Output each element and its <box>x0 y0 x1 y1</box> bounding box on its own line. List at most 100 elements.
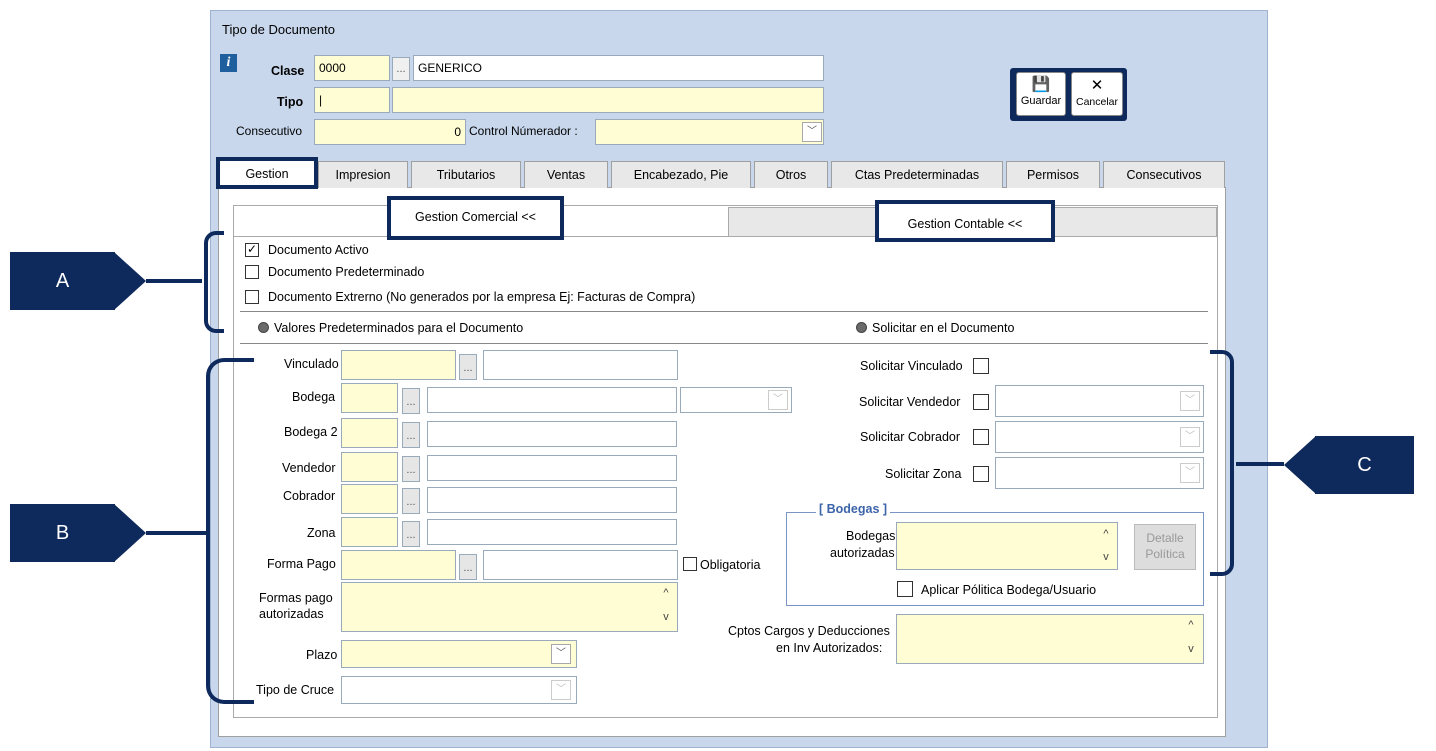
documento-predeterminado-label: Documento Predeterminado <box>268 265 425 279</box>
solicitar-zona-label: Solicitar Zona <box>885 467 962 481</box>
documento-activo-label: Documento Activo <box>268 243 369 257</box>
tab-gestion[interactable]: Gestion <box>216 157 318 189</box>
callout-b-arrow <box>114 504 146 562</box>
subtab-gestion-comercial[interactable]: Gestion Comercial << <box>387 196 564 240</box>
clase-code-field[interactable]: 0000 <box>314 55 390 81</box>
bodegas-autorizadas-label: autorizadas <box>830 546 895 560</box>
zona-label: Zona <box>307 526 336 540</box>
solicitar-vendedor-label: Solicitar Vendedor <box>859 395 961 409</box>
solicitar-vendedor-select[interactable] <box>995 385 1204 417</box>
valores-section-label: Valores Predeterminados para el Document… <box>274 321 524 335</box>
clase-lookup-button[interactable]: ... <box>392 57 410 81</box>
forma-pago-code-field[interactable] <box>341 550 456 580</box>
forma-pago-lookup-button[interactable]: ... <box>459 554 477 580</box>
obligatoria-checkbox[interactable] <box>683 557 697 571</box>
solicitar-vendedor-checkbox[interactable] <box>973 394 989 410</box>
bodegas-group-title: [ Bodegas ] <box>816 502 891 516</box>
vinculado-lookup-button[interactable]: ... <box>459 354 477 380</box>
cancel-button[interactable]: ✕ Cancelar <box>1071 72 1123 116</box>
plazo-select[interactable] <box>341 640 577 668</box>
solicitar-vinculado-checkbox[interactable] <box>973 358 989 374</box>
bodega-code-field[interactable] <box>341 383 398 413</box>
chevron-down-icon[interactable]: ﹀ <box>1180 463 1200 483</box>
divider <box>240 311 1208 312</box>
zona-lookup-button[interactable]: ... <box>402 521 420 547</box>
scroll-down-icon[interactable]: v <box>1184 643 1198 655</box>
window-title: Tipo de Documento <box>222 22 335 37</box>
tab-ventas[interactable]: Ventas <box>524 161 608 188</box>
documento-activo-checkbox[interactable]: ✓ <box>245 243 259 257</box>
callout-c-arrow <box>1284 436 1316 494</box>
bodegas-autorizadas-list[interactable] <box>896 522 1118 570</box>
vendedor-label: Vendedor <box>282 461 336 475</box>
scroll-down-icon[interactable]: v <box>659 611 673 623</box>
cobrador-lookup-button[interactable]: ... <box>402 488 420 514</box>
chevron-down-icon[interactable]: ﹀ <box>802 122 822 142</box>
valores-radio[interactable] <box>258 322 269 333</box>
scroll-up-icon[interactable]: ^ <box>1184 619 1198 631</box>
consecutivo-field[interactable]: 0 <box>314 119 466 145</box>
chevron-down-icon[interactable]: ﹀ <box>551 680 571 700</box>
info-icon[interactable]: i <box>220 54 237 72</box>
bodega-lookup-button[interactable]: ... <box>402 388 420 414</box>
callout-c-line <box>1236 462 1284 466</box>
solicitar-cobrador-checkbox[interactable] <box>973 429 989 445</box>
detalle-label: Detalle <box>1146 531 1184 545</box>
save-button[interactable]: 💾 Guardar <box>1016 72 1066 116</box>
tipo-code-field[interactable]: | <box>314 87 390 113</box>
cobrador-code-field[interactable] <box>341 484 398 514</box>
detalle-politica-button[interactable]: Detalle Política <box>1134 524 1196 570</box>
solicitar-cobrador-label: Solicitar Cobrador <box>860 430 961 444</box>
callout-a-line <box>146 279 202 283</box>
chevron-down-icon[interactable]: ﹀ <box>1180 391 1200 411</box>
solicitar-zona-checkbox[interactable] <box>973 466 989 482</box>
zona-name-field[interactable] <box>427 519 677 545</box>
solicitar-cobrador-select[interactable] <box>995 421 1204 453</box>
tab-tributarios[interactable]: Tributarios <box>411 161 521 188</box>
cobrador-label: Cobrador <box>283 489 336 503</box>
tab-consecutivos[interactable]: Consecutivos <box>1103 161 1225 188</box>
politica-label: Política <box>1145 547 1185 561</box>
cptos-list[interactable] <box>896 614 1204 664</box>
vendedor-code-field[interactable] <box>341 452 398 482</box>
bodega2-lookup-button[interactable]: ... <box>402 422 420 448</box>
documento-externo-checkbox[interactable] <box>245 290 259 304</box>
solicitar-radio[interactable] <box>856 322 867 333</box>
clase-name-field[interactable]: GENERICO <box>413 55 824 81</box>
clase-label: Clase <box>271 64 305 78</box>
tipo-name-field[interactable] <box>392 87 824 113</box>
callout-a-arrow <box>114 252 146 310</box>
tab-encabezado-pie[interactable]: Encabezado, Pie <box>611 161 751 188</box>
formas-pago-list[interactable] <box>341 582 678 632</box>
chevron-down-icon[interactable]: ﹀ <box>1180 427 1200 447</box>
subtab-gestion-contable[interactable]: Gestion Contable << <box>875 200 1055 242</box>
forma-pago-name-field[interactable] <box>483 550 678 580</box>
zona-code-field[interactable] <box>341 517 398 547</box>
cobrador-name-field[interactable] <box>427 487 677 513</box>
tab-impresion[interactable]: Impresion <box>318 161 408 188</box>
bodega-name-field[interactable] <box>427 387 677 413</box>
vinculado-name-field[interactable] <box>483 350 678 380</box>
save-label: Guardar <box>1020 95 1062 107</box>
tab-otros[interactable]: Otros <box>754 161 828 188</box>
tab-ctas-predeterminadas[interactable]: Ctas Predeterminadas <box>831 161 1003 188</box>
control-numerador-select[interactable] <box>595 119 824 145</box>
bodega2-name-field[interactable] <box>427 421 677 447</box>
chevron-down-icon[interactable]: ﹀ <box>551 644 571 664</box>
scroll-up-icon[interactable]: ^ <box>1099 528 1113 540</box>
solicitar-zona-select[interactable] <box>995 457 1204 489</box>
tab-permisos[interactable]: Permisos <box>1006 161 1100 188</box>
vendedor-name-field[interactable] <box>427 455 677 481</box>
floppy-icon: 💾 <box>1031 76 1051 93</box>
divider <box>240 343 1208 344</box>
bodega2-code-field[interactable] <box>341 418 398 448</box>
documento-predeterminado-checkbox[interactable] <box>245 265 259 279</box>
chevron-down-icon[interactable]: ﹀ <box>768 390 788 410</box>
vinculado-code-field[interactable] <box>341 350 456 380</box>
aplicar-politica-checkbox[interactable] <box>897 581 913 597</box>
scroll-down-icon[interactable]: v <box>1099 551 1113 563</box>
scroll-up-icon[interactable]: ^ <box>659 587 673 599</box>
tipo-cruce-select[interactable] <box>341 676 577 704</box>
vendedor-lookup-button[interactable]: ... <box>402 456 420 482</box>
bodega2-label: Bodega 2 <box>284 425 338 439</box>
